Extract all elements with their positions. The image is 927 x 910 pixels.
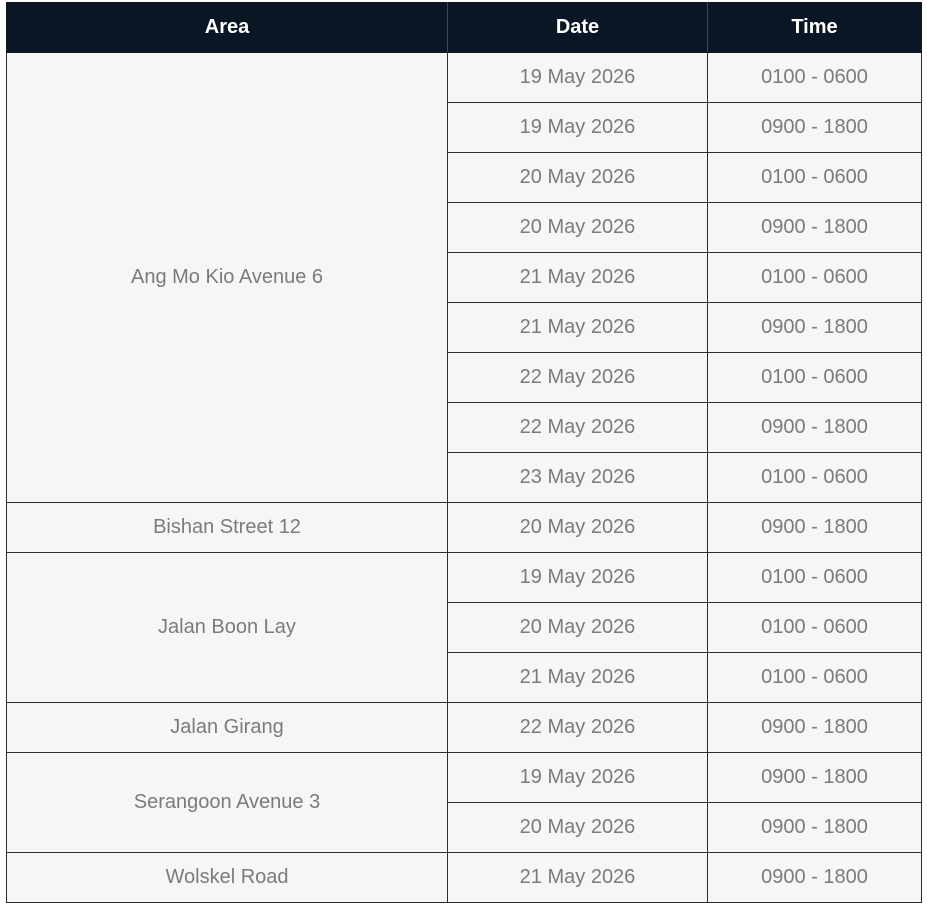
date-cell: 22 May 2026: [447, 702, 708, 753]
area-column-header: Area: [6, 2, 448, 53]
date-cell: 20 May 2026: [447, 202, 708, 253]
date-cell: 19 May 2026: [447, 52, 708, 103]
table-body: Ang Mo Kio Avenue 6 19 May 2026 0100 - 060…: [6, 52, 922, 903]
time-column-header: Time: [707, 2, 922, 53]
date-cell: 23 May 2026: [447, 452, 708, 503]
time-cell: 0100 - 0600: [707, 602, 922, 653]
date-cell: 20 May 2026: [447, 602, 708, 653]
time-cell: 0900 - 1800: [707, 202, 922, 253]
date-cell: 21 May 2026: [447, 252, 708, 303]
area-cell: Ang Mo Kio Avenue 6: [6, 52, 448, 503]
schedule-table: Area Date Time Ang Mo Kio Avenue 6 19 May…: [6, 2, 922, 903]
area-cell: Wolskel Road: [6, 852, 448, 903]
date-column-header: Date: [447, 2, 708, 53]
time-cell: 0900 - 1800: [707, 502, 922, 553]
header-row: Area Date Time: [6, 2, 922, 53]
area-cell: Jalan Girang: [6, 702, 448, 753]
time-cell: 0100 - 0600: [707, 352, 922, 403]
time-cell: 0900 - 1800: [707, 702, 922, 753]
date-cell: 21 May 2026: [447, 302, 708, 353]
time-cell: 0100 - 0600: [707, 652, 922, 703]
table-row: Jalan Girang 22 May 2026 0900 - 1800: [6, 702, 922, 753]
time-cell: 0100 - 0600: [707, 452, 922, 503]
table-row: Wolskel Road 21 May 2026 0900 - 1800: [6, 852, 922, 903]
table-row: Jalan Boon Lay 19 May 2026 0100 - 0600: [6, 552, 922, 703]
time-cell: 0900 - 1800: [707, 402, 922, 453]
table-row: Serangoon Avenue 3 19 May 2026 0900 - 1800: [6, 752, 922, 853]
time-cell: 0100 - 0600: [707, 252, 922, 303]
time-cell: 0900 - 1800: [707, 302, 922, 353]
date-cell: 19 May 2026: [447, 552, 708, 603]
time-cell: 0100 - 0600: [707, 52, 922, 103]
time-cell: 0900 - 1800: [707, 802, 922, 853]
area-cell: Serangoon Avenue 3: [6, 752, 448, 853]
time-cell: 0100 - 0600: [707, 552, 922, 603]
table-header: Area Date Time: [6, 2, 922, 53]
table-row: Ang Mo Kio Avenue 6 19 May 2026 0100 - 060…: [6, 52, 922, 503]
table-row: Bishan Street 12 20 May 2026 0900 - 1800: [6, 502, 922, 553]
date-cell: 20 May 2026: [447, 802, 708, 853]
area-cell: Jalan Boon Lay: [6, 552, 448, 703]
date-cell: 19 May 2026: [447, 102, 708, 153]
time-cell: 0900 - 1800: [707, 752, 922, 803]
time-cell: 0900 - 1800: [707, 852, 922, 903]
date-cell: 20 May 2026: [447, 502, 708, 553]
date-cell: 22 May 2026: [447, 402, 708, 453]
time-cell: 0100 - 0600: [707, 152, 922, 203]
date-cell: 22 May 2026: [447, 352, 708, 403]
date-cell: 21 May 2026: [447, 652, 708, 703]
date-cell: 20 May 2026: [447, 152, 708, 203]
area-cell: Bishan Street 12: [6, 502, 448, 553]
date-cell: 21 May 2026: [447, 852, 708, 903]
date-cell: 19 May 2026: [447, 752, 708, 803]
time-cell: 0900 - 1800: [707, 102, 922, 153]
